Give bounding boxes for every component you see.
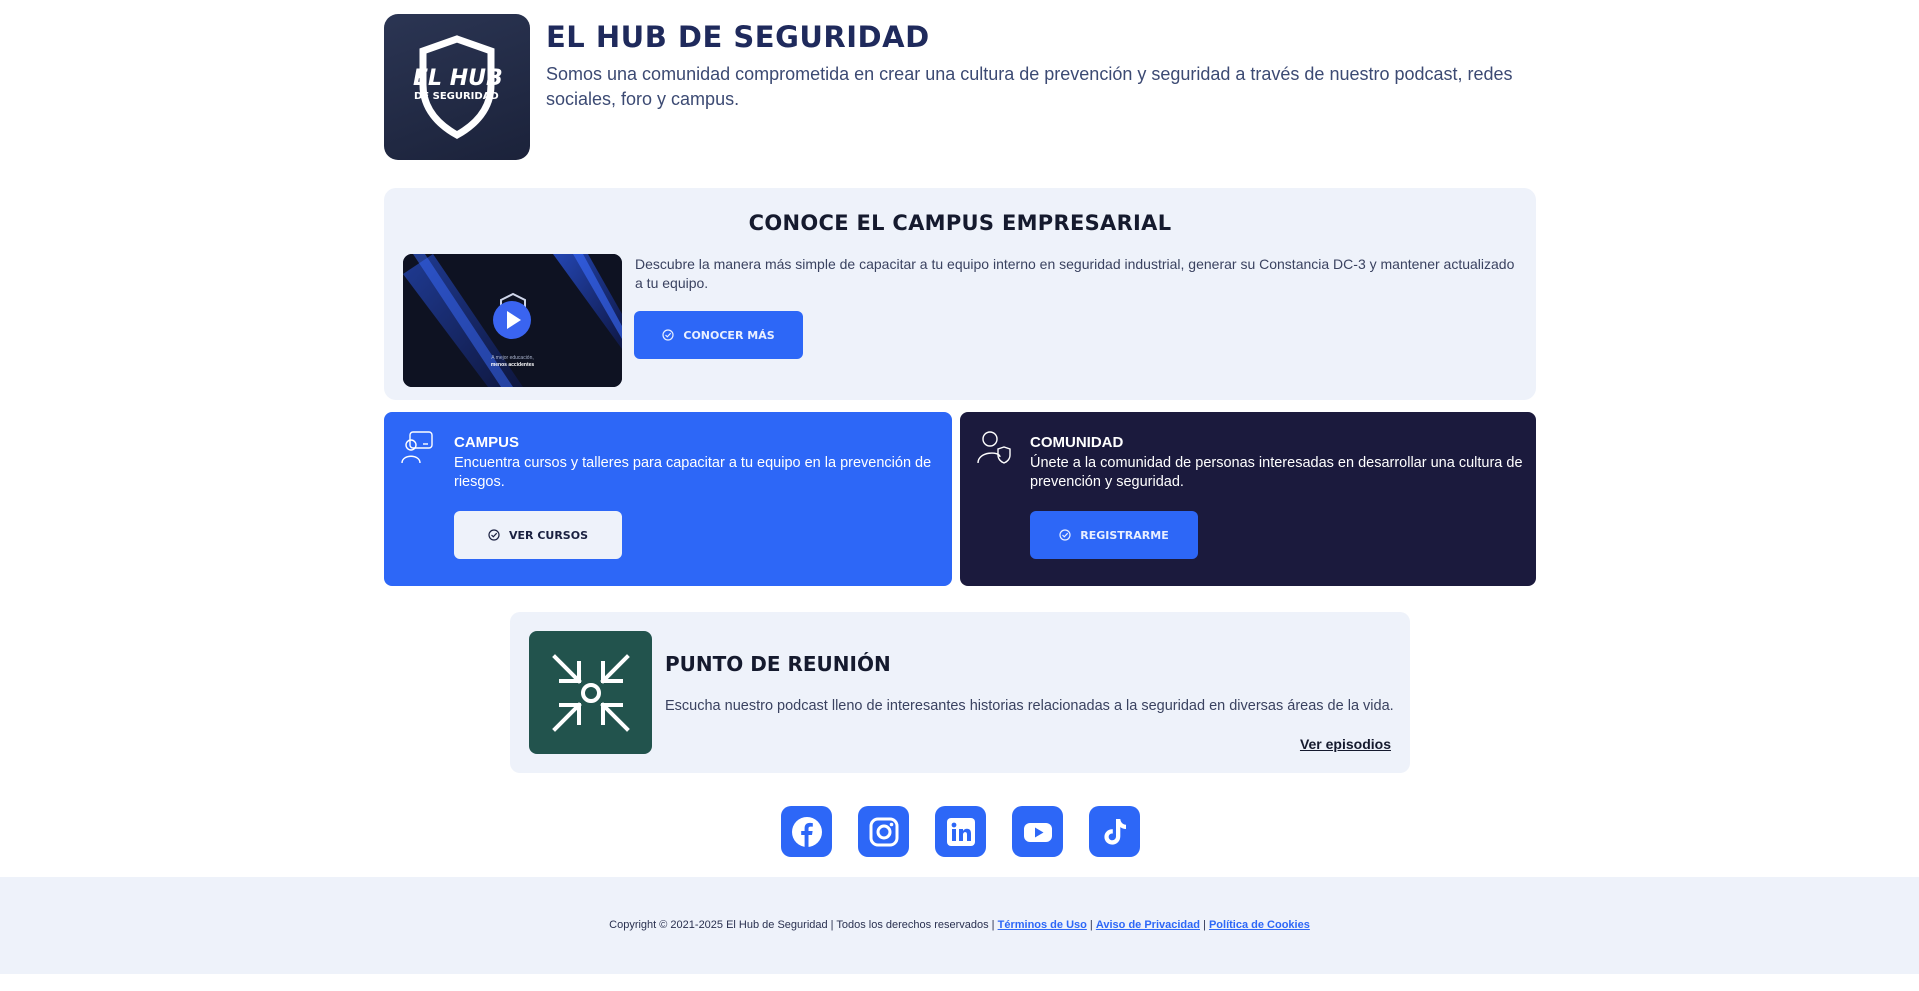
campus-description: Encuentra cursos y talleres para capacit… xyxy=(454,455,932,490)
hub-logo[interactable]: EL HUB DE SEGURIDAD xyxy=(384,14,530,160)
shield-logo-icon: EL HUB DE SEGURIDAD xyxy=(413,35,503,139)
tiktok-link[interactable] xyxy=(1089,806,1140,857)
linkedin-link[interactable] xyxy=(935,806,986,857)
social-links xyxy=(781,806,1140,857)
check-circle-icon xyxy=(662,329,674,341)
registrarme-label: REGISTRARME xyxy=(1080,528,1169,542)
campus-empresarial-title: CONOCE EL CAMPUS EMPRESARIAL xyxy=(748,211,1172,235)
campus-empresarial-description: Descubre la manera más simple de capacit… xyxy=(635,256,1515,291)
comunidad-card: COMUNIDAD Únete a la comunidad de person… xyxy=(960,412,1536,586)
page-title: EL HUB DE SEGURIDAD xyxy=(546,20,930,54)
youtube-icon xyxy=(1023,822,1052,842)
youtube-link[interactable] xyxy=(1012,806,1063,857)
facebook-link[interactable] xyxy=(781,806,832,857)
comunidad-description: Únete a la comunidad de personas interes… xyxy=(1030,455,1523,490)
ver-cursos-button[interactable]: VER CURSOS xyxy=(454,511,622,559)
footer-separator: | xyxy=(1203,919,1206,931)
footer-text: Copyright © 2021-2025 El Hub de Segurida… xyxy=(0,919,1919,931)
video-caption-2: menos accidentes xyxy=(490,362,535,368)
check-circle-icon xyxy=(488,529,500,541)
facebook-icon xyxy=(791,816,822,847)
campus-empresarial-card: CONOCE EL CAMPUS EMPRESARIAL A mejor edu… xyxy=(384,188,1536,400)
podcast-card: PUNTO DE REUNIÓN Escucha nuestro podcast… xyxy=(510,612,1410,773)
instagram-icon xyxy=(869,817,898,846)
cookies-link[interactable]: Política de Cookies xyxy=(1209,919,1310,931)
terms-link[interactable]: Términos de Uso xyxy=(998,919,1087,931)
video-caption-1: A mejor educación, xyxy=(491,355,534,361)
instagram-link[interactable] xyxy=(858,806,909,857)
check-circle-icon xyxy=(1059,529,1071,541)
campus-card: CAMPUS Encuentra cursos y talleres para … xyxy=(384,412,952,586)
svg-text:EL HUB: EL HUB xyxy=(413,66,503,91)
podcast-description: Escucha nuestro podcast lleno de interes… xyxy=(665,698,1394,714)
campus-title: CAMPUS xyxy=(454,434,520,451)
footer-separator: | xyxy=(1089,919,1093,931)
ver-cursos-label: VER CURSOS xyxy=(509,528,588,542)
page-description: Somos una comunidad comprometida en crea… xyxy=(546,64,1513,109)
footer: Copyright © 2021-2025 El Hub de Segurida… xyxy=(0,877,1919,974)
conocer-mas-label: CONOCER MÁS xyxy=(683,328,775,342)
teacher-icon xyxy=(401,431,433,464)
copyright-text: Copyright © 2021-2025 El Hub de Segurida… xyxy=(609,919,995,931)
conocer-mas-button[interactable]: CONOCER MÁS xyxy=(634,311,803,359)
ver-episodios-link[interactable]: Ver episodios xyxy=(1300,736,1391,752)
video-thumbnail[interactable]: A mejor educación, menos accidentes xyxy=(403,254,622,387)
user-shield-icon xyxy=(977,431,1011,464)
registrarme-button[interactable]: REGISTRARME xyxy=(1030,511,1198,559)
svg-text:DE SEGURIDAD: DE SEGURIDAD xyxy=(414,91,499,102)
tiktok-icon xyxy=(1103,818,1126,845)
comunidad-title: COMUNIDAD xyxy=(1030,434,1124,451)
privacy-link[interactable]: Aviso de Privacidad xyxy=(1096,919,1200,931)
podcast-title: PUNTO DE REUNIÓN xyxy=(665,652,891,676)
podcast-logo[interactable] xyxy=(529,631,652,754)
linkedin-icon xyxy=(946,817,975,846)
meeting-point-icon xyxy=(551,653,630,732)
